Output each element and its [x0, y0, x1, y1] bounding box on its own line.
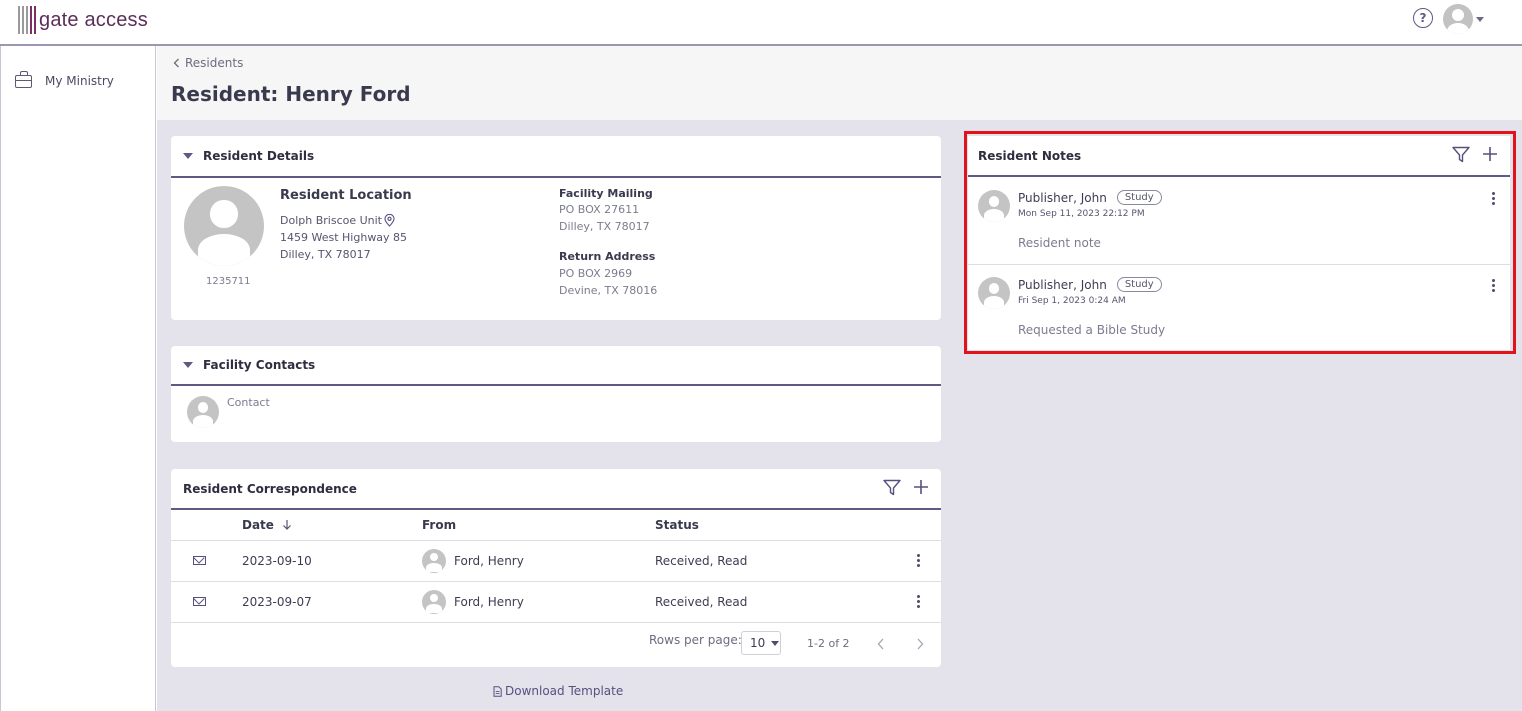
return-address-line1: PO BOX 2969 [559, 267, 633, 280]
top-bar: gate access ? [0, 0, 1522, 46]
chevron-left-icon [173, 58, 179, 68]
envelope-open-icon [193, 597, 206, 606]
cell-date: 2023-09-07 [242, 581, 422, 623]
resident-details-card: Resident Details 1235711 Resident Locati… [171, 136, 941, 320]
resident-id: 1235711 [206, 276, 251, 287]
sidebar-item-label: My Ministry [45, 74, 114, 88]
resident-location-address1: 1459 West Highway 85 [280, 231, 408, 244]
filter-icon[interactable] [883, 479, 901, 496]
cell-from: Ford, Henry [454, 553, 524, 568]
pagination-range: 1-2 of 2 [807, 637, 850, 650]
facility-contacts-header[interactable]: Facility Contacts [171, 346, 941, 386]
rows-per-page-label: Rows per page: [649, 633, 742, 647]
sort-arrow-down-icon[interactable] [282, 519, 292, 530]
contact-avatar [187, 396, 219, 428]
chevron-down-icon [1476, 16, 1484, 22]
page-header: Residents Resident: Henry Ford [157, 46, 1522, 120]
briefcase-icon [15, 70, 32, 88]
contact-label[interactable]: Contact [227, 396, 270, 409]
breadcrumb[interactable]: Residents [173, 56, 243, 70]
resident-location-name-row[interactable]: Dolph Briscoe Unit [280, 214, 395, 227]
resident-details-header[interactable]: Resident Details [171, 136, 941, 178]
cell-date: 2023-09-10 [242, 540, 422, 582]
sidebar: My Ministry [0, 46, 156, 711]
resident-avatar [184, 186, 264, 266]
column-header-from[interactable]: From [422, 510, 655, 541]
page-title: Resident: Henry Ford [171, 82, 411, 106]
logo-text: gate access [39, 8, 148, 31]
more-vert-icon[interactable] [895, 595, 941, 608]
app-logo[interactable]: gate access [18, 5, 148, 35]
facility-mailing-line1: PO BOX 27611 [559, 203, 640, 216]
chevron-down-icon [771, 640, 780, 646]
avatar [422, 589, 446, 614]
return-address-line2: Devine, TX 78016 [559, 284, 658, 297]
correspondence-header: Resident Correspondence [171, 469, 941, 510]
cell-status: Received, Read [655, 581, 895, 623]
document-icon [493, 685, 502, 697]
resident-location-address2: Dilley, TX 78017 [280, 248, 371, 261]
user-menu[interactable] [1443, 4, 1484, 34]
correspondence-card: Resident Correspondence Date From Status… [171, 469, 941, 667]
logo-bars-icon [18, 6, 36, 34]
correspondence-table: Date From Status 2023-09-10 Ford, Henry … [171, 510, 941, 623]
highlight-box [964, 131, 1516, 354]
avatar [422, 548, 446, 573]
collapse-triangle-icon[interactable] [183, 153, 193, 159]
correspondence-title: Resident Correspondence [183, 481, 357, 496]
table-row[interactable]: 2023-09-10 Ford, Henry Received, Read [171, 540, 941, 582]
collapse-triangle-icon[interactable] [183, 362, 193, 368]
chevron-left-icon[interactable] [877, 638, 885, 650]
envelope-open-icon [193, 556, 206, 565]
more-vert-icon[interactable] [895, 554, 941, 567]
table-header-row: Date From Status [171, 510, 941, 541]
breadcrumb-residents-link[interactable]: Residents [185, 56, 243, 70]
add-icon[interactable] [913, 479, 929, 495]
facility-contacts-card: Facility Contacts Contact [171, 346, 941, 442]
download-template-link[interactable]: Download Template [493, 684, 623, 698]
facility-mailing-label: Facility Mailing [559, 187, 653, 200]
facility-mailing-line2: Dilley, TX 78017 [559, 220, 650, 233]
resident-details-title: Resident Details [203, 149, 315, 163]
chevron-right-icon[interactable] [916, 638, 924, 650]
sidebar-item-my-ministry[interactable]: My Ministry [15, 70, 114, 88]
map-pin-icon[interactable] [384, 214, 395, 227]
table-row[interactable]: 2023-09-07 Ford, Henry Received, Read [171, 581, 941, 623]
cell-from: Ford, Henry [454, 594, 524, 609]
user-avatar-icon [1443, 4, 1473, 34]
rows-per-page-select[interactable]: 10 [741, 631, 781, 655]
resident-location-name: Dolph Briscoe Unit [280, 214, 382, 227]
resident-location-label: Resident Location [280, 188, 412, 203]
facility-contacts-title: Facility Contacts [203, 358, 316, 372]
column-header-status[interactable]: Status [655, 510, 895, 541]
return-address-label: Return Address [559, 250, 656, 263]
help-icon[interactable]: ? [1413, 8, 1433, 28]
column-header-date[interactable]: Date [242, 510, 422, 541]
cell-status: Received, Read [655, 540, 895, 582]
